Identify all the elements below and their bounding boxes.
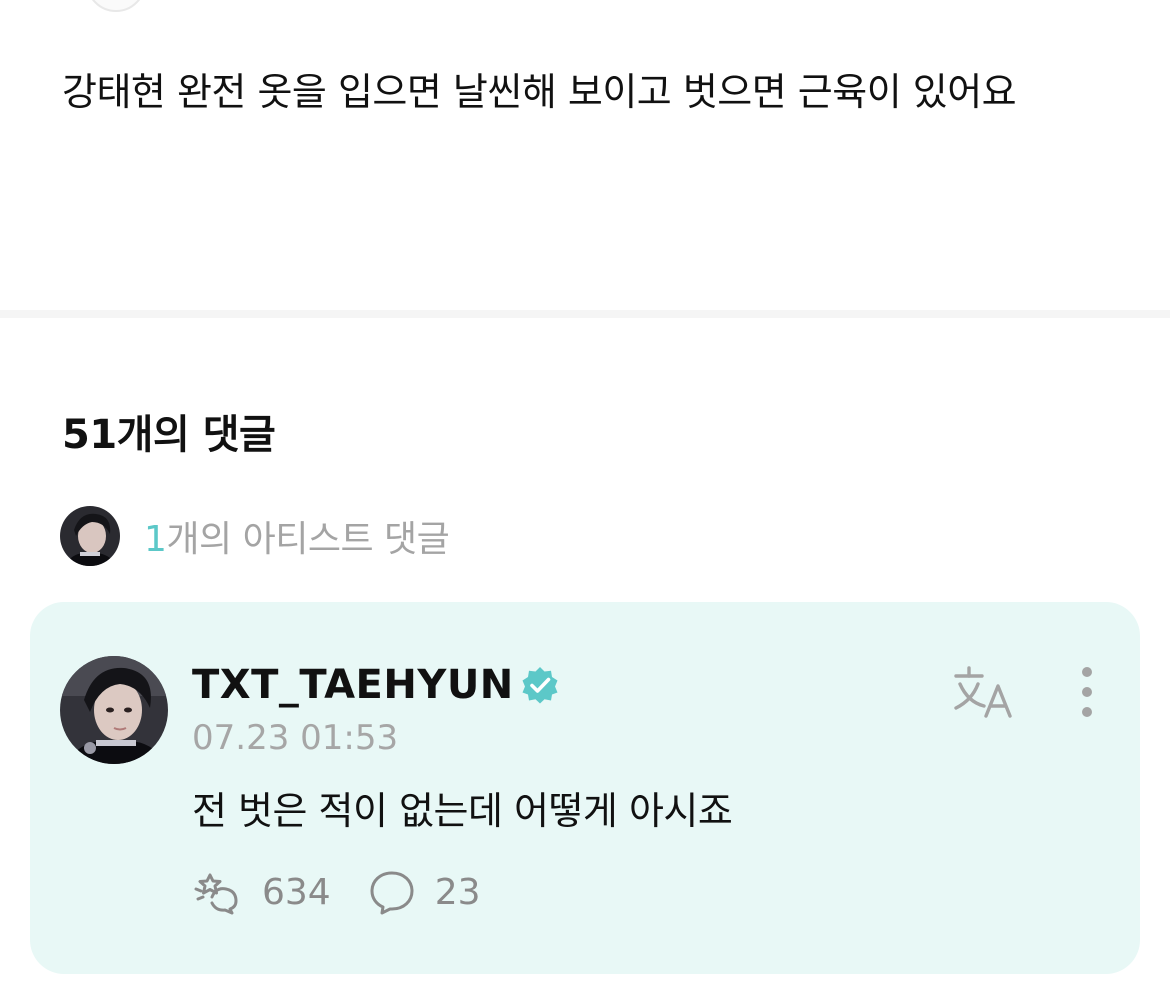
post-body-text: 강태현 완전 옷을 입으면 날씬해 보이고 벗으면 근육이 있어요 <box>62 70 1017 114</box>
artist-comment-count: 1 <box>144 519 167 560</box>
artist-comment-card: TXT_TAEHYUN 07.23 01:53 전 벗은 적이 없는데 어떻게 … <box>30 602 1140 974</box>
reply-button[interactable]: 23 <box>367 869 481 915</box>
comment-timestamp: 07.23 01:53 <box>192 718 399 758</box>
comments-count-heading: 51개의 댓글 <box>62 412 276 458</box>
section-divider <box>0 310 1170 318</box>
more-options-button[interactable] <box>1070 664 1104 720</box>
cheer-button[interactable]: 634 <box>192 869 331 915</box>
artist-comments-summary[interactable]: 1개의 아티스트 댓글 <box>60 506 450 566</box>
artist-mini-avatar <box>60 506 120 566</box>
comment-author-row: TXT_TAEHYUN <box>192 660 560 710</box>
translate-icon <box>954 666 1012 718</box>
artist-comments-summary-label: 1개의 아티스트 댓글 <box>144 510 450 562</box>
cheer-count: 634 <box>262 871 331 913</box>
cheer-icon <box>194 873 238 915</box>
comment-author-avatar[interactable] <box>60 656 168 764</box>
speech-bubble-icon <box>370 871 414 915</box>
comment-action-row: 634 23 <box>192 864 517 920</box>
comment-text: 전 벗은 적이 없는데 어떻게 아시죠 <box>192 789 733 833</box>
previous-avatar <box>86 0 146 12</box>
more-vertical-icon <box>1082 667 1092 717</box>
translate-button[interactable] <box>950 662 1020 722</box>
verified-badge-icon <box>520 665 560 705</box>
artist-comment-label: 개의 아티스트 댓글 <box>166 519 450 560</box>
comment-author-name[interactable]: TXT_TAEHYUN <box>192 662 514 708</box>
reply-count: 23 <box>434 871 481 913</box>
